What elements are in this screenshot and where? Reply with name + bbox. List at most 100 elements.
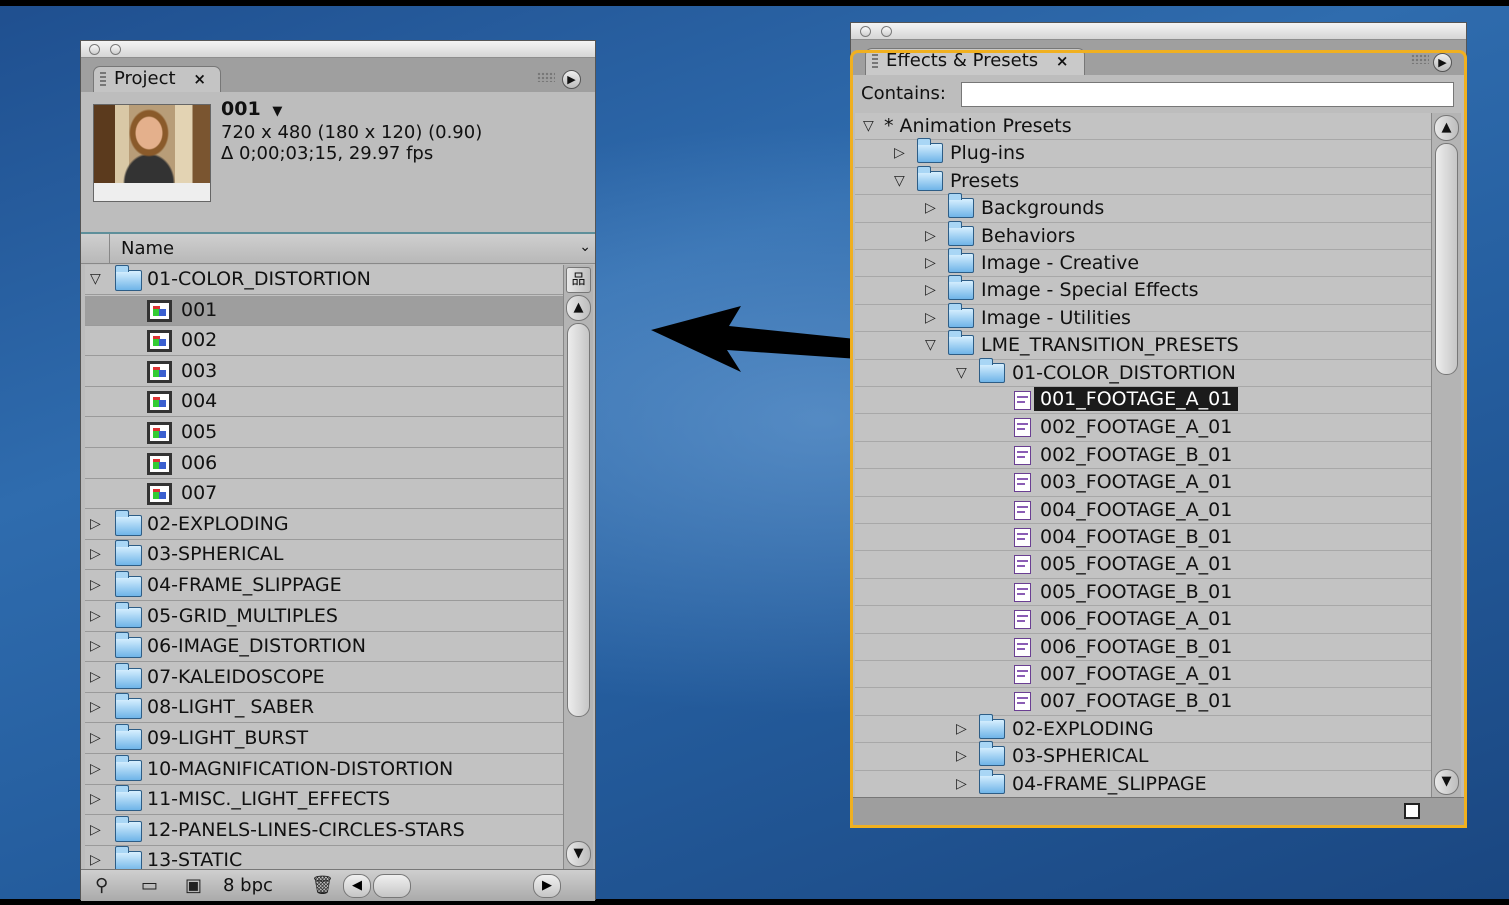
disclosure-expanded-icon[interactable]: ▽ [863, 113, 874, 139]
chevron-down-icon[interactable]: ▼ [272, 104, 282, 119]
folder-row[interactable]: ▷ 08-LIGHT_ SABER [85, 693, 563, 724]
folder-row[interactable]: ▷ 12-PANELS-LINES-CIRCLES-STARS [85, 815, 563, 846]
preset-row[interactable]: 004_FOOTAGE_A_01 [855, 497, 1431, 524]
preset-row[interactable]: 005_FOOTAGE_B_01 [855, 579, 1431, 607]
folder-row[interactable]: ▷ 09-LIGHT_BURST [85, 724, 563, 754]
composition-row[interactable]: 005 [85, 418, 563, 448]
horizontal-scroll-thumb[interactable] [373, 874, 411, 898]
tree-folder-row[interactable]: ▷ Image - Creative [855, 248, 1431, 278]
folder-row[interactable]: ▽ 01-COLOR_DISTORTION [85, 265, 563, 295]
tree-folder-row[interactable]: ▷ Behaviors [855, 220, 1431, 250]
sort-chevron-icon[interactable]: ⌄ [579, 232, 591, 262]
tree-folder-row[interactable]: ▷ Backgrounds [855, 193, 1431, 223]
disclosure-collapsed-icon[interactable]: ▷ [90, 632, 101, 661]
effects-vertical-scrollbar[interactable]: ▲ ▼ [1431, 113, 1461, 798]
disclosure-collapsed-icon[interactable]: ▷ [956, 771, 967, 797]
preset-row[interactable]: 001_FOOTAGE_A_01 [855, 387, 1431, 415]
composition-row[interactable]: 004 [85, 387, 563, 418]
preset-row[interactable]: 004_FOOTAGE_B_01 [855, 524, 1431, 552]
tree-folder-row[interactable]: ▷ Plug-ins [855, 138, 1431, 168]
preset-row[interactable]: 005_FOOTAGE_A_01 [855, 551, 1431, 579]
disclosure-collapsed-icon[interactable]: ▷ [894, 140, 905, 166]
folder-row[interactable]: ▷ 13-STATIC [85, 846, 563, 869]
disclosure-collapsed-icon[interactable]: ▷ [925, 195, 936, 221]
flowchart-icon[interactable]: 品 [566, 267, 591, 293]
scroll-thumb[interactable] [567, 323, 590, 717]
disclosure-collapsed-icon[interactable]: ▷ [956, 716, 967, 742]
disclosure-collapsed-icon[interactable]: ▷ [90, 663, 101, 692]
disclosure-collapsed-icon[interactable]: ▷ [90, 693, 101, 722]
disclosure-collapsed-icon[interactable]: ▷ [925, 277, 936, 303]
scroll-down-button[interactable]: ▼ [1434, 769, 1459, 795]
tree-folder-row[interactable]: ▽ LME_TRANSITION_PRESETS [855, 330, 1431, 360]
scroll-up-button[interactable]: ▲ [1434, 115, 1459, 141]
disclosure-collapsed-icon[interactable]: ▷ [90, 540, 101, 569]
disclosure-collapsed-icon[interactable]: ▷ [956, 743, 967, 769]
tree-folder-row[interactable]: ▷ 02-EXPLODING [855, 713, 1431, 744]
scroll-thumb[interactable] [1435, 143, 1458, 375]
color-depth-label[interactable]: 8 bpc [223, 875, 273, 896]
disclosure-collapsed-icon[interactable]: ▷ [90, 724, 101, 753]
new-item-icon[interactable] [1404, 803, 1420, 819]
scroll-down-button[interactable]: ▼ [566, 841, 591, 867]
window-zoom-button[interactable] [881, 26, 892, 37]
disclosure-expanded-icon[interactable]: ▽ [925, 332, 936, 358]
tree-folder-row[interactable]: ▷ 04-FRAME_SLIPPAGE [855, 768, 1431, 798]
project-vertical-scrollbar[interactable]: 品 ▲ ▼ [563, 265, 593, 869]
composition-row[interactable]: 001 [85, 295, 563, 326]
disclosure-expanded-icon[interactable]: ▽ [894, 168, 905, 194]
window-close-button[interactable] [860, 26, 871, 37]
tree-folder-row[interactable]: ▷ 03-SPHERICAL [855, 741, 1431, 771]
disclosure-expanded-icon[interactable]: ▽ [956, 360, 967, 386]
trash-icon[interactable]: 🗑 [311, 875, 334, 896]
disclosure-collapsed-icon[interactable]: ▷ [90, 816, 101, 845]
composition-row[interactable]: 003 [85, 357, 563, 387]
tab-grip-icon[interactable] [100, 72, 106, 87]
contains-search-input[interactable] [961, 82, 1454, 107]
tree-folder-row[interactable]: ▷ Image - Special Effects [855, 275, 1431, 305]
name-column-header[interactable]: Name ⌄ [81, 232, 595, 264]
disclosure-collapsed-icon[interactable]: ▷ [925, 223, 936, 249]
tab-project[interactable]: Project × [93, 66, 221, 92]
preset-row[interactable]: 007_FOOTAGE_A_01 [855, 661, 1431, 689]
folder-row[interactable]: ▷ 11-MISC._LIGHT_EFFECTS [85, 785, 563, 816]
folder-row[interactable]: ▷ 02-EXPLODING [85, 509, 563, 540]
new-folder-icon[interactable]: ▭ [141, 875, 158, 896]
preset-row[interactable]: 006_FOOTAGE_B_01 [855, 634, 1431, 661]
disclosure-expanded-icon[interactable]: ▽ [90, 265, 101, 294]
tab-close-icon[interactable]: × [193, 70, 206, 88]
preset-row[interactable]: 007_FOOTAGE_B_01 [855, 688, 1431, 716]
window-zoom-button[interactable] [110, 44, 121, 55]
disclosure-collapsed-icon[interactable]: ▷ [90, 510, 101, 539]
disclosure-collapsed-icon[interactable]: ▷ [90, 602, 101, 631]
panel-menu-button[interactable]: ▶ [562, 70, 581, 89]
composition-row[interactable]: 002 [85, 326, 563, 357]
effects-window-titlebar[interactable] [851, 23, 1466, 40]
preset-row[interactable]: 002_FOOTAGE_A_01 [855, 414, 1431, 442]
folder-row[interactable]: ▷ 03-SPHERICAL [85, 540, 563, 571]
folder-row[interactable]: ▷ 04-FRAME_SLIPPAGE [85, 571, 563, 601]
tab-close-icon[interactable]: × [1056, 52, 1069, 70]
folder-row[interactable]: ▷ 06-IMAGE_DISTORTION [85, 632, 563, 663]
tree-folder-row[interactable]: ▽ * Animation Presets [855, 113, 1431, 141]
preset-row[interactable]: 006_FOOTAGE_A_01 [855, 606, 1431, 634]
panel-menu-button[interactable]: ▶ [1433, 53, 1452, 72]
composition-row[interactable]: 006 [85, 449, 563, 479]
panel-grip-icon[interactable] [537, 72, 555, 82]
find-binoculars-icon[interactable]: ⚲ [95, 875, 108, 896]
tree-folder-row[interactable]: ▽ Presets [855, 165, 1431, 196]
tree-folder-row[interactable]: ▷ Image - Utilities [855, 302, 1431, 333]
tab-effects-presets[interactable]: Effects & Presets × [865, 48, 1085, 75]
scroll-up-button[interactable]: ▲ [566, 295, 591, 321]
folder-row[interactable]: ▷ 07-KALEIDOSCOPE [85, 662, 563, 693]
disclosure-collapsed-icon[interactable]: ▷ [90, 846, 101, 869]
scroll-right-button[interactable]: ▶ [533, 874, 561, 898]
scroll-left-button[interactable]: ◀ [343, 874, 371, 898]
project-window-titlebar[interactable] [81, 41, 595, 58]
window-close-button[interactable] [89, 44, 100, 55]
disclosure-collapsed-icon[interactable]: ▷ [90, 785, 101, 814]
composition-row[interactable]: 007 [85, 479, 563, 510]
new-composition-icon[interactable]: ▣ [185, 875, 202, 896]
preset-row[interactable]: 003_FOOTAGE_A_01 [855, 469, 1431, 497]
disclosure-collapsed-icon[interactable]: ▷ [925, 305, 936, 331]
